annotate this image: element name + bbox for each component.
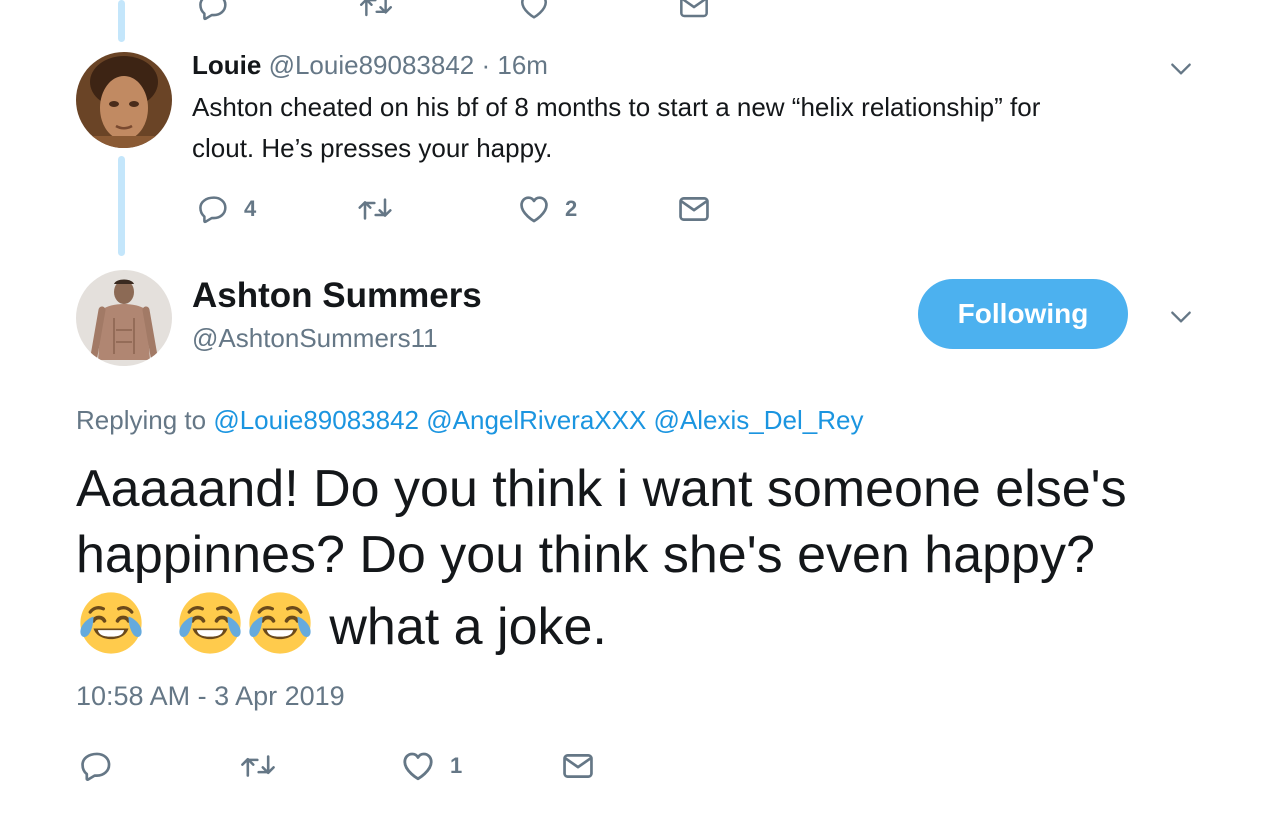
like-count: 2 [565,196,578,221]
mention-link[interactable]: @Alexis_Del_Rey [654,405,864,435]
dm-button[interactable] [677,189,711,229]
reply-tweet-text: Ashton cheated on his bf of 8 months to … [192,87,1182,169]
mention-link[interactable]: @Louie89083842 [213,405,419,435]
thread-line-top [118,0,125,42]
chevron-down-icon[interactable] [1168,56,1194,82]
reply-author-handle[interactable]: @Louie89083842 [269,50,475,80]
replying-prefix: Replying to [76,405,214,435]
reply-text-line-2: clout. He’s presses your happy. [192,133,553,163]
main-tweet-actions: 1 [76,746,636,786]
like-icon[interactable] [518,0,550,22]
thread-line-bottom [118,156,125,256]
previous-tweet-actions: 2 [192,0,752,6]
reply-tweet-header: Louie @Louie89083842 · 16m [192,48,548,82]
main-author-handle[interactable]: @AshtonSummers11 [192,320,438,356]
ashton-avatar[interactable] [76,270,172,366]
tears-of-joy-emoji-icon [245,588,315,658]
like-icon [400,748,436,784]
following-button[interactable]: Following [918,279,1128,349]
main-tweet-text: Aaaaand! Do you think i want someone els… [76,456,1226,660]
reply-button[interactable]: 4 [198,189,256,229]
tweet-timestamp[interactable]: 10:58 AM - 3 Apr 2019 [76,678,345,714]
reply-time[interactable]: 16m [497,50,548,80]
dm-icon [677,192,711,226]
reply-count: 4 [244,196,257,221]
replying-to: Replying to @Louie89083842 @AngelRiveraX… [76,402,863,438]
dm-icon[interactable] [678,0,710,22]
retweet-icon [239,749,277,783]
retweet-icon [356,193,394,225]
reply-separator: · [474,50,498,80]
retweet-icon[interactable] [358,0,394,22]
reply-author-name[interactable]: Louie [192,50,261,80]
like-count: 1 [450,753,463,778]
main-text-line-1: Aaaaand! Do you think i want someone els… [76,460,1127,518]
dm-button[interactable] [561,746,595,786]
mention-link[interactable]: @AngelRiveraXXX [426,405,646,435]
main-text-line-2: happinnes? Do you think she's even happy… [76,526,1095,584]
main-author-name[interactable]: Ashton Summers [192,274,482,318]
dm-icon [561,749,595,783]
reply-icon [80,749,114,783]
retweet-button[interactable] [239,746,277,786]
reply-tweet-actions: 4 2 [192,189,752,229]
like-button[interactable]: 2 [517,189,577,229]
chevron-down-icon[interactable] [1168,304,1194,330]
main-text-line-3-text: what a joke. [329,598,607,656]
reply-text-line-1: Ashton cheated on his bf of 8 months to … [192,92,1041,122]
tears-of-joy-emoji-icon [175,588,245,658]
reply-icon[interactable] [198,0,230,22]
louie-avatar[interactable] [76,52,172,148]
like-icon [517,192,551,226]
retweet-button[interactable] [356,189,394,229]
reply-button[interactable] [80,746,114,786]
tears-of-joy-emoji-icon [76,588,146,658]
like-button[interactable]: 1 [400,746,462,786]
reply-icon [198,193,230,225]
main-text-line-3: what a joke. [76,588,1226,660]
